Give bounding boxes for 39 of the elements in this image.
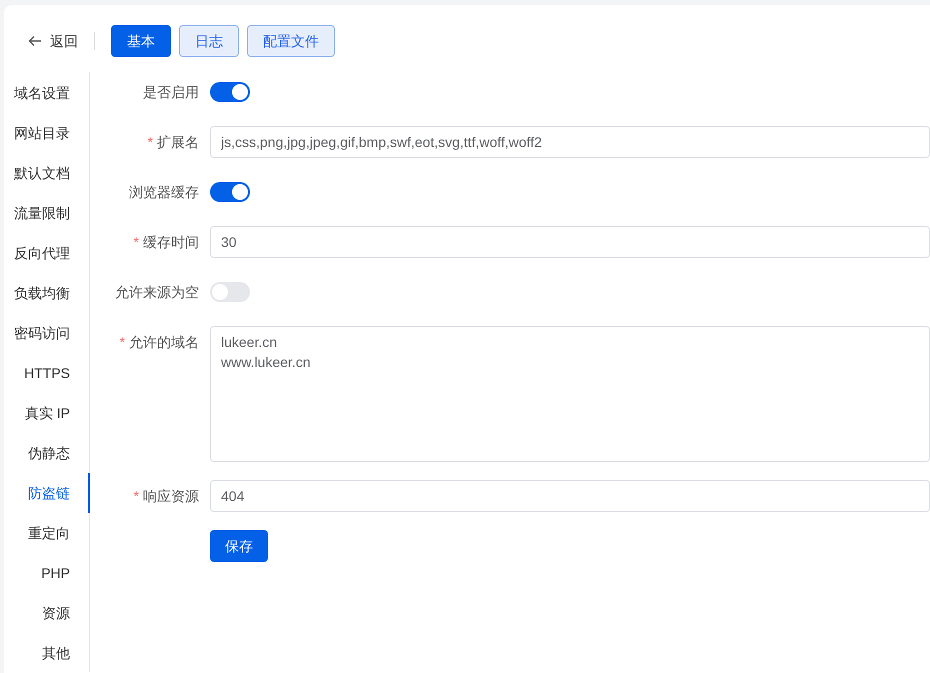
sidebar-item[interactable]: 资源	[4, 593, 90, 633]
toggle-switch[interactable]	[210, 282, 250, 302]
field-label: 允许来源为空	[115, 284, 199, 300]
sidebar-item[interactable]: 其他	[4, 633, 90, 673]
required-mark: *	[134, 234, 139, 250]
input-field[interactable]: js,css,png,jpg,jpeg,gif,bmp,swf,eot,svg,ttf,woff,woff2	[210, 126, 930, 158]
sidebar-item[interactable]: 流量限制	[4, 193, 90, 233]
sidebar-item[interactable]: PHP	[4, 553, 90, 593]
sidebar-item[interactable]: 负载均衡	[4, 273, 90, 313]
toggle-switch[interactable]	[210, 82, 250, 102]
field-label: 允许的域名	[129, 334, 199, 350]
back-arrow-icon	[28, 35, 42, 47]
required-mark: *	[120, 334, 125, 350]
sidebar-item[interactable]: 防盗链	[4, 473, 90, 513]
input-field[interactable]: 404	[210, 480, 930, 512]
field-label: 浏览器缓存	[129, 184, 199, 200]
sidebar-item[interactable]: 重定向	[4, 513, 90, 553]
required-mark: *	[148, 134, 153, 150]
back-button[interactable]: 返回	[28, 30, 78, 52]
text-area[interactable]: lukeer.cn www.lukeer.cn	[210, 326, 930, 462]
field-label: 扩展名	[157, 134, 199, 150]
input-field[interactable]: 30	[210, 226, 930, 258]
field-label: 响应资源	[143, 488, 199, 504]
tab[interactable]: 配置文件	[247, 25, 335, 57]
tab[interactable]: 日志	[179, 25, 239, 57]
save-button[interactable]: 保存	[210, 530, 268, 562]
sidebar-item[interactable]: 密码访问	[4, 313, 90, 353]
sidebar-item[interactable]: 域名设置	[4, 73, 90, 113]
required-mark: *	[134, 488, 139, 504]
sidebar-item[interactable]: 真实 IP	[4, 393, 90, 433]
tab[interactable]: 基本	[111, 25, 171, 57]
sidebar-item[interactable]: 伪静态	[4, 433, 90, 473]
field-label: 是否启用	[143, 84, 199, 100]
sidebar-item[interactable]: 默认文档	[4, 153, 90, 193]
field-label: 缓存时间	[143, 234, 199, 250]
toggle-switch[interactable]	[210, 182, 250, 202]
sidebar-item[interactable]: 反向代理	[4, 233, 90, 273]
sidebar-item[interactable]: HTTPS	[4, 353, 90, 393]
sidebar-item[interactable]: 网站目录	[4, 113, 90, 153]
